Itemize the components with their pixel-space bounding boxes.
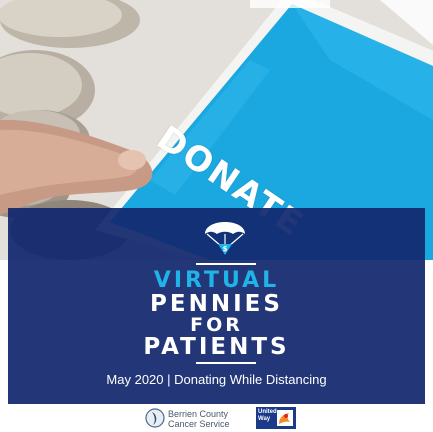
title-patients: PATIENTS xyxy=(143,334,290,360)
sponsor-name-line1: Berrien County xyxy=(168,409,229,419)
title-for: FOR xyxy=(190,314,243,336)
berrien-county-logo-icon xyxy=(145,408,165,428)
campaign-poster: DONATE $ VIRTUAL PENNIES FOR PATIENTS Ma… xyxy=(0,0,433,432)
title-virtual: VIRTUAL xyxy=(153,268,280,293)
sponsor-name-line2: Cancer Service xyxy=(168,419,230,429)
united-way-logo: United Way xyxy=(256,407,296,429)
campaign-tagline: May 2020 | Donating While Distancing xyxy=(106,372,327,387)
united-way-hand-icon xyxy=(277,410,293,426)
united-way-text: United Way xyxy=(258,409,277,422)
divider-bottom xyxy=(196,362,256,364)
parachute-dollar-icon: $ xyxy=(205,222,245,255)
divider-top xyxy=(196,263,256,265)
svg-text:$: $ xyxy=(223,245,228,253)
